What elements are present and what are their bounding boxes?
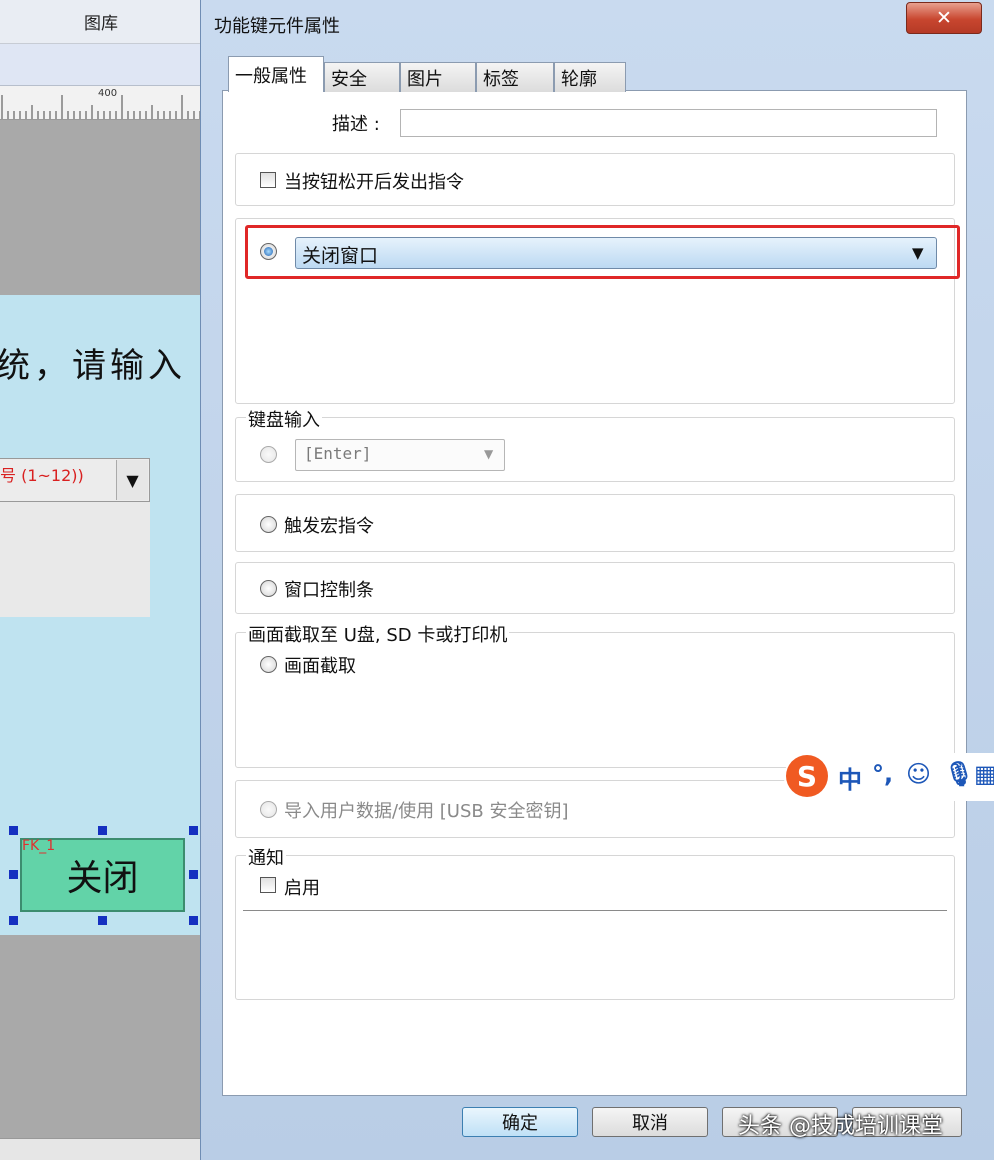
ok-button[interactable]: 确定 bbox=[462, 1107, 578, 1137]
capture-group-title: 画面截取至 U盘, SD 卡或打印机 bbox=[246, 621, 510, 647]
resize-handle[interactable] bbox=[189, 826, 198, 835]
screen-combo-text: 号 (1~12)) bbox=[0, 466, 84, 485]
toolbox-icon[interactable]: ▦ bbox=[974, 760, 994, 788]
keyboard-radio[interactable] bbox=[260, 446, 277, 463]
window-bar-label: 窗口控制条 bbox=[284, 580, 374, 601]
status-strip bbox=[0, 1138, 202, 1160]
close-function-label: 关闭 bbox=[66, 858, 139, 899]
element-id-label: FK_1 bbox=[22, 838, 56, 854]
ok-label: 确定 bbox=[502, 1113, 538, 1134]
cancel-button[interactable]: 取消 bbox=[592, 1107, 708, 1137]
resize-handle[interactable] bbox=[189, 870, 198, 879]
resize-handle[interactable] bbox=[98, 916, 107, 925]
watermark: 头条 @技成培训课堂 bbox=[738, 1114, 943, 1139]
on-release-checkbox[interactable] bbox=[260, 172, 276, 188]
notify-enable-label: 启用 bbox=[284, 878, 320, 899]
description-label: 描述 : bbox=[332, 114, 380, 135]
import-label: 导入用户数据/使用 [USB 安全密钥] bbox=[284, 801, 569, 822]
library-toolbar bbox=[0, 44, 202, 86]
cancel-label: 取消 bbox=[632, 1113, 668, 1134]
tab-general[interactable]: 一般属性 bbox=[228, 56, 324, 92]
resize-handle[interactable] bbox=[189, 916, 198, 925]
canvas-gray bbox=[0, 120, 202, 295]
keyboard-group-title: 键盘输入 bbox=[246, 406, 322, 432]
ime-lang: 中 bbox=[838, 766, 862, 794]
chevron-down-icon[interactable]: ▼ bbox=[116, 460, 148, 500]
tab-security[interactable]: 安全 bbox=[324, 62, 400, 92]
microphone-icon[interactable]: 🎙 bbox=[944, 760, 974, 788]
ime-logo: S bbox=[796, 759, 818, 793]
ime-punct-toggle[interactable]: °, bbox=[872, 760, 893, 788]
notify-group-title: 通知 bbox=[246, 844, 286, 870]
tab-label[interactable]: 标签 bbox=[476, 62, 554, 92]
tab-label: 标签 bbox=[483, 68, 519, 90]
tab-label: 图片 bbox=[407, 68, 443, 90]
ruler-mark: 400 bbox=[98, 88, 118, 99]
keyboard-select-value: [Enter] bbox=[304, 444, 372, 463]
macro-label: 触发宏指令 bbox=[284, 516, 374, 537]
description-input[interactable] bbox=[400, 109, 937, 137]
resize-handle[interactable] bbox=[9, 826, 18, 835]
highlight-box bbox=[245, 225, 960, 279]
chevron-down-icon[interactable]: ▼ bbox=[484, 447, 493, 461]
ime-lang-toggle[interactable]: 中 bbox=[838, 760, 862, 795]
tab-label: 一般属性 bbox=[235, 65, 307, 87]
ime-logo-icon[interactable]: S bbox=[786, 755, 828, 797]
notify-group bbox=[235, 855, 955, 1000]
tab-label: 安全 bbox=[331, 68, 367, 90]
macro-radio[interactable] bbox=[260, 516, 277, 533]
tab-label: 轮廓 bbox=[561, 68, 597, 90]
resize-handle[interactable] bbox=[9, 916, 18, 925]
emoji-icon[interactable]: ☺ bbox=[906, 760, 931, 788]
tab-outline[interactable]: 轮廓 bbox=[554, 62, 626, 92]
screen-prompt-text: 统，请输入 bbox=[0, 346, 186, 386]
resize-handle[interactable] bbox=[98, 826, 107, 835]
divider bbox=[243, 910, 947, 911]
window-bar-radio[interactable] bbox=[260, 580, 277, 597]
capture-radio[interactable] bbox=[260, 656, 277, 673]
notify-enable-checkbox[interactable] bbox=[260, 877, 276, 893]
dialog-title: 功能键元件属性 bbox=[214, 16, 340, 37]
ime-punct: °, bbox=[872, 760, 894, 788]
on-release-label: 当按钮松开后发出指令 bbox=[284, 172, 464, 193]
capture-label: 画面截取 bbox=[284, 656, 356, 677]
canvas-gray-bottom bbox=[0, 935, 202, 1160]
close-icon[interactable]: ✕ bbox=[906, 2, 982, 34]
library-label: 图库 bbox=[84, 14, 118, 34]
library-tab[interactable]: 图库 bbox=[0, 0, 202, 44]
import-radio[interactable] bbox=[260, 801, 277, 818]
screen-panel bbox=[0, 502, 150, 617]
resize-handle[interactable] bbox=[9, 870, 18, 879]
tab-picture[interactable]: 图片 bbox=[400, 62, 476, 92]
